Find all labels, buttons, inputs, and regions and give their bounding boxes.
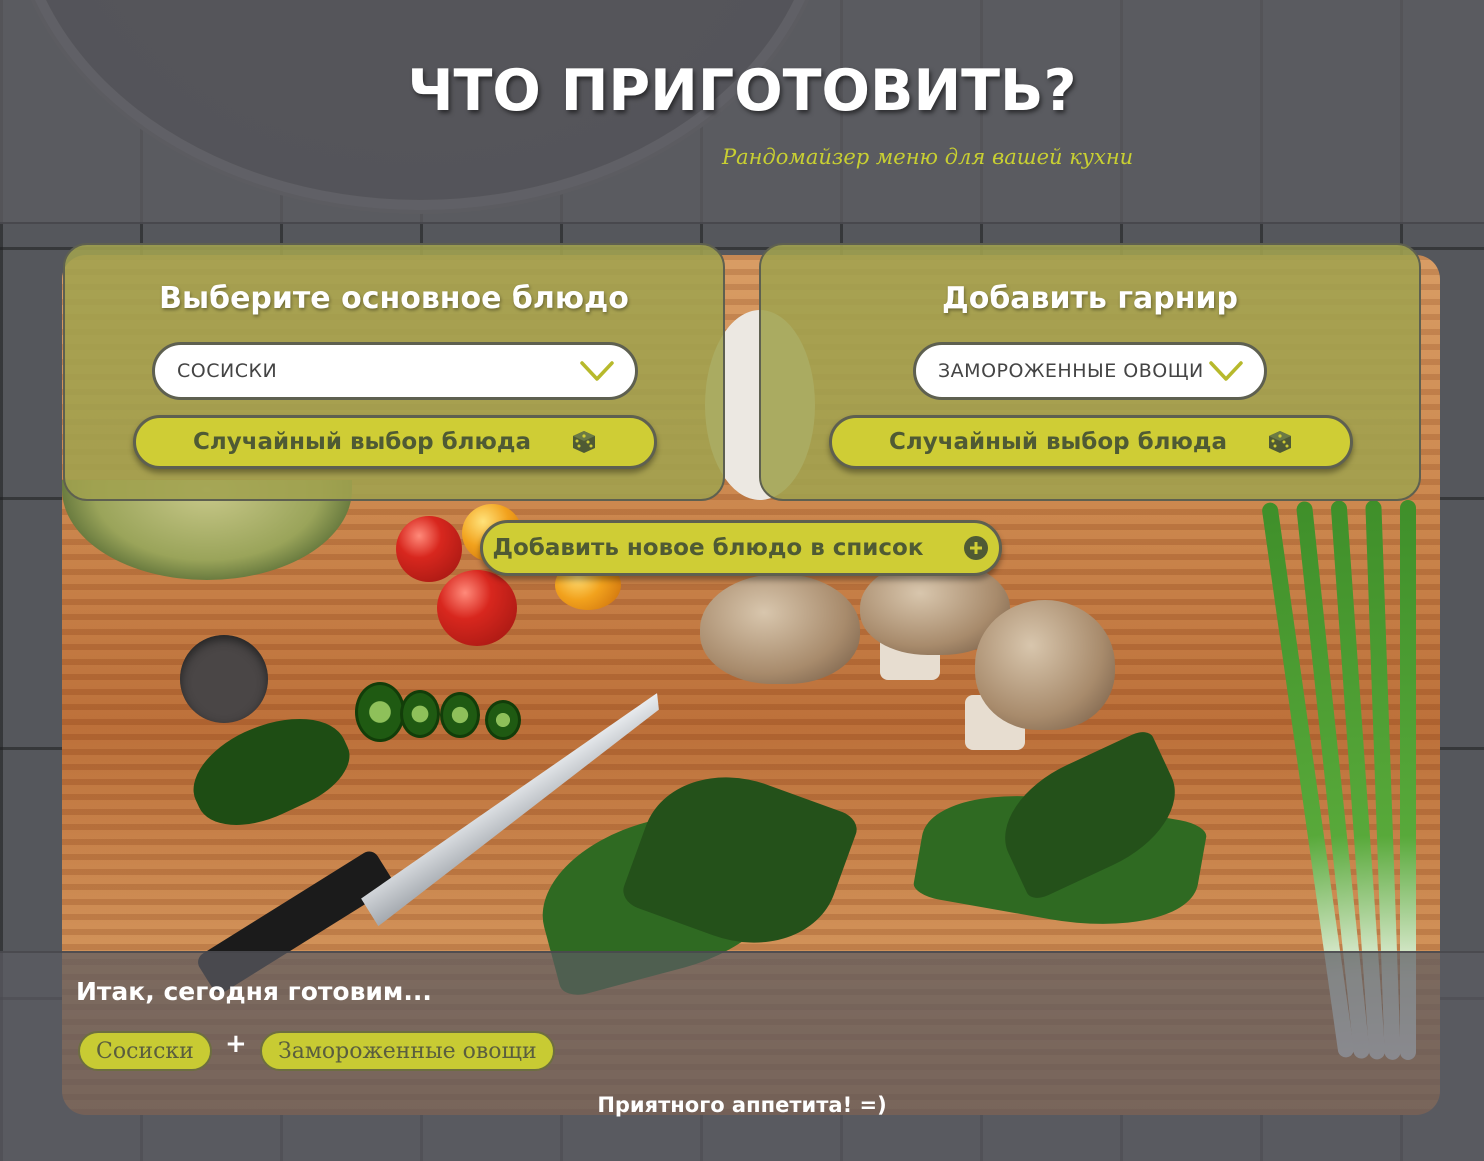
- chevron-down-icon: [1209, 361, 1243, 381]
- chevron-down-icon: [580, 361, 614, 381]
- plus-circle-icon: [964, 536, 989, 560]
- side-dish-panel: Добавить гарнир ЗАМОРОЖЕННЫЕ ОВОЩИ Случа…: [759, 243, 1421, 501]
- board-hole: [180, 635, 268, 723]
- add-dish-button[interactable]: Добавить новое блюдо в список: [480, 520, 1002, 576]
- result-plus-sign: +: [225, 1029, 247, 1059]
- mushroom: [975, 600, 1115, 730]
- page-subtitle: Рандомайзер меню для вашей кухни: [722, 145, 1134, 169]
- main-dish-selected-value: СОСИСКИ: [177, 360, 278, 382]
- add-dish-label: Добавить новое блюдо в список: [492, 535, 924, 561]
- dice-icon: [573, 431, 595, 453]
- result-main-dish-chip: Сосиски: [78, 1031, 212, 1071]
- dice-icon: [1269, 431, 1291, 453]
- closing-message: Приятного аппетита! =): [597, 1093, 887, 1117]
- mushroom: [700, 574, 860, 684]
- main-dish-random-label: Случайный выбор блюда: [192, 429, 531, 455]
- side-dish-random-button[interactable]: Случайный выбор блюда: [829, 415, 1353, 469]
- result-section: Итак, сегодня готовим... Сосиски + Замор…: [0, 951, 1484, 1161]
- pepper-slice: [400, 690, 440, 738]
- side-dish-random-label: Случайный выбор блюда: [888, 429, 1227, 455]
- result-side-dish-chip: Замороженные овощи: [260, 1031, 555, 1071]
- pepper-slice: [355, 682, 405, 742]
- side-dish-title: Добавить гарнир: [942, 281, 1238, 316]
- result-heading: Итак, сегодня готовим...: [76, 977, 432, 1006]
- page-header: ЧТО ПРИГОТОВИТЬ? Рандомайзер меню для ва…: [0, 0, 1484, 224]
- main-dish-title: Выберите основное блюдо: [159, 281, 629, 316]
- main-dish-random-button[interactable]: Случайный выбор блюда: [133, 415, 657, 469]
- tomato: [396, 516, 462, 582]
- pepper-slice: [485, 700, 521, 740]
- pepper-slice: [440, 692, 480, 738]
- side-dish-selected-value: ЗАМОРОЖЕННЫЕ ОВОЩИ: [938, 360, 1204, 382]
- main-dish-panel: Выберите основное блюдо СОСИСКИ Случайны…: [63, 243, 725, 501]
- page-title: ЧТО ПРИГОТОВИТЬ?: [407, 58, 1077, 124]
- main-dish-select[interactable]: СОСИСКИ: [152, 342, 638, 400]
- tomato: [437, 570, 517, 646]
- side-dish-select[interactable]: ЗАМОРОЖЕННЫЕ ОВОЩИ: [913, 342, 1267, 400]
